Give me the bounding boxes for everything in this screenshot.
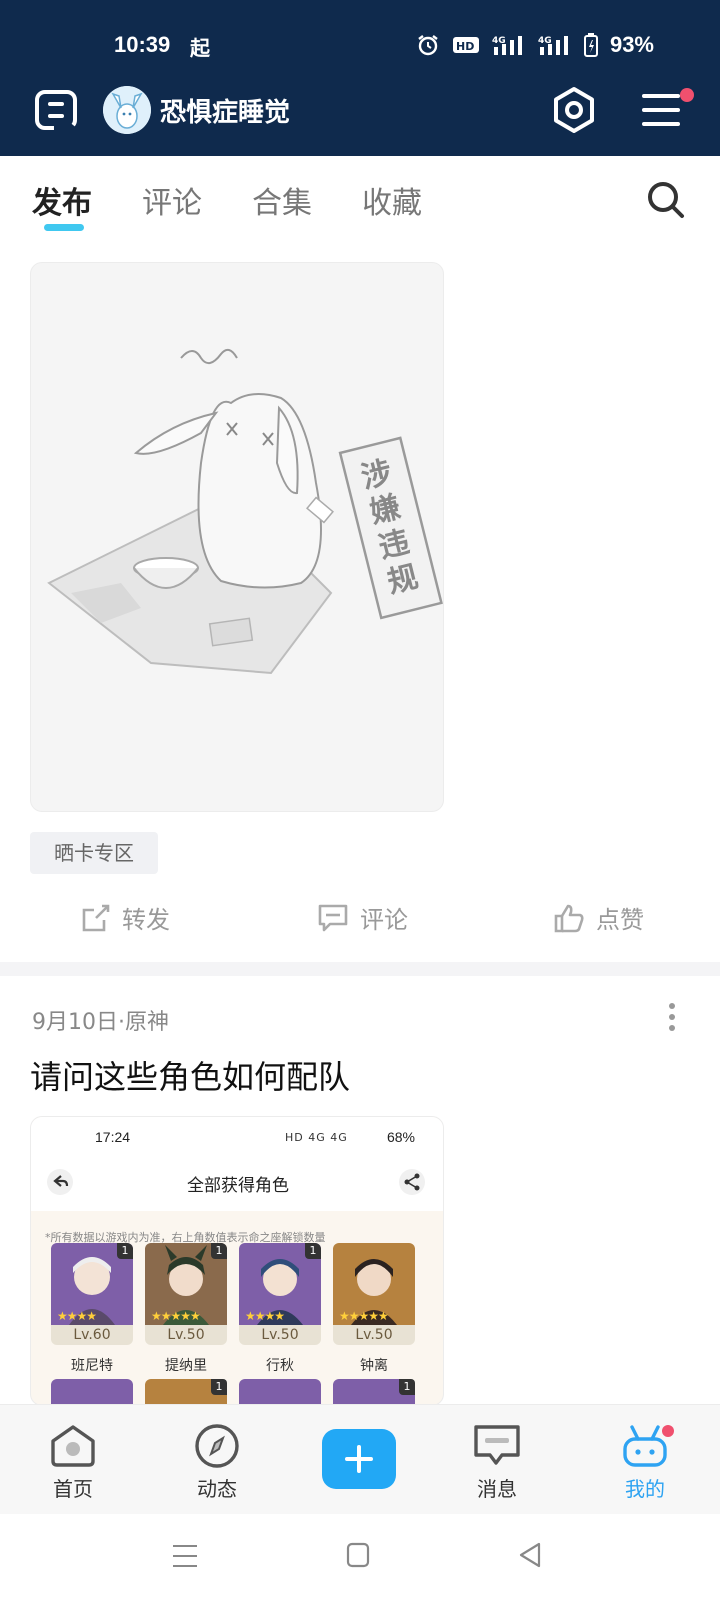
post-meta: 9月10日·原神	[32, 1010, 169, 1035]
character-portrait: 1 ★★★★	[51, 1243, 133, 1325]
profile-notification-dot	[662, 1425, 674, 1437]
constellation-badge: 1	[117, 1243, 133, 1259]
rarity-stars: ★★★★	[57, 1309, 97, 1323]
share-label: 转发	[122, 906, 170, 934]
tab-favorites[interactable]: 收藏	[362, 178, 422, 222]
nav-profile[interactable]: 我的	[600, 1423, 690, 1502]
character-level: Lv.60	[51, 1325, 133, 1345]
character-portrait: 1 ★★★★★	[145, 1243, 227, 1325]
character-portrait: ★★★★★	[333, 1243, 415, 1325]
rarity-stars: ★★★★	[245, 1309, 285, 1323]
constellation-badge: 1	[305, 1243, 321, 1259]
message-icon	[474, 1425, 520, 1465]
top-nav: 恐惧症睡觉	[0, 80, 720, 144]
nav-feed[interactable]: 动态	[172, 1423, 262, 1502]
character-card: 1 ★★★★★ Lv.50 提纳里	[145, 1243, 227, 1375]
constellation-badge: 1	[399, 1379, 415, 1395]
like-button[interactable]: 点赞	[552, 900, 644, 935]
tab-comments[interactable]: 评论	[142, 178, 202, 222]
nav-messages[interactable]: 消息	[452, 1423, 542, 1502]
nav-messages-label: 消息	[477, 1477, 517, 1501]
character-portrait-partial: 1	[145, 1379, 227, 1405]
comment-icon	[318, 904, 348, 931]
avatar[interactable]	[103, 86, 151, 134]
post-screenshot-image[interactable]: 17:24 HD 4G 4G 68% 全部获得角色 *所有数据以游戏内为准，右上…	[30, 1116, 444, 1406]
nav-feed-label: 动态	[197, 1477, 237, 1501]
post-actions: 转发 评论 点赞	[0, 894, 720, 944]
status-time: 10:39	[114, 32, 171, 57]
settings-icon[interactable]	[550, 86, 598, 134]
profile-tabs: 发布 评论 合集 收藏	[0, 156, 720, 242]
signal-4g-icon-2: 4G	[538, 36, 568, 55]
tab-underline	[44, 224, 84, 231]
screenshot-status-icons: HD 4G 4G	[285, 1131, 348, 1144]
share-button[interactable]: 转发	[80, 900, 170, 935]
nav-profile-label: 我的	[625, 1477, 665, 1501]
compass-icon	[195, 1424, 239, 1468]
screenshot-battery: 68%	[386, 1129, 415, 1145]
share-icon	[82, 904, 110, 931]
nav-home-label: 首页	[53, 1477, 93, 1501]
more-options-icon[interactable]	[664, 1002, 680, 1032]
like-label: 点赞	[596, 906, 644, 934]
character-portrait: 1 ★★★★	[239, 1243, 321, 1325]
create-post-button[interactable]	[322, 1429, 396, 1489]
search-icon[interactable]	[646, 180, 686, 220]
character-level: Lv.50	[239, 1325, 321, 1345]
status-icons: HD 4G 4G 93%	[416, 32, 654, 58]
comment-button[interactable]: 评论	[316, 900, 408, 935]
bottom-nav: 首页 动态 消息 我的	[0, 1404, 720, 1514]
character-portrait-partial	[51, 1379, 133, 1405]
battery-icon	[583, 33, 598, 57]
status-extra: 起	[190, 36, 210, 60]
screenshot-title: 全部获得角色	[187, 1176, 289, 1196]
status-bar: 10:39 起 HD 4G 4G 93%	[0, 28, 720, 62]
thumbs-up-icon	[554, 904, 584, 932]
nav-home[interactable]: 首页	[28, 1423, 118, 1502]
app-header: 10:39 起 HD 4G 4G 93% 恐惧症睡觉	[0, 0, 720, 156]
character-name: 提纳里	[165, 1358, 207, 1374]
character-level: Lv.50	[333, 1325, 415, 1345]
recent-apps-icon[interactable]	[172, 1544, 198, 1568]
plus-icon	[345, 1445, 373, 1473]
username[interactable]: 恐惧症睡觉	[160, 92, 290, 129]
post-title[interactable]: 请问这些角色如何配队	[30, 1052, 350, 1098]
section-divider	[0, 962, 720, 976]
constellation-badge: 1	[211, 1243, 227, 1259]
share-nodes-icon	[399, 1169, 425, 1195]
character-portrait-partial	[239, 1379, 321, 1405]
character-portrait-partial: 1	[333, 1379, 415, 1405]
back-triangle-icon[interactable]	[518, 1542, 542, 1568]
scan-menu-icon[interactable]	[34, 88, 78, 132]
home-icon	[51, 1425, 95, 1467]
battery-percent: 93%	[609, 32, 654, 57]
character-card: ★★★★★ Lv.50 钟离	[333, 1243, 415, 1375]
topic-tag[interactable]: 晒卡专区	[30, 832, 158, 874]
character-name: 班尼特	[71, 1358, 113, 1374]
violation-placeholder-image[interactable]: 涉 嫌 违 规	[30, 262, 444, 812]
tab-collections[interactable]: 合集	[252, 178, 312, 222]
character-card: 1 ★★★★ Lv.60 班尼特	[51, 1243, 133, 1375]
character-name: 行秋	[266, 1358, 294, 1374]
character-name: 钟离	[360, 1358, 388, 1374]
character-level: Lv.50	[145, 1325, 227, 1345]
rarity-stars: ★★★★★	[339, 1309, 389, 1323]
svg-text:HD: HD	[456, 40, 474, 53]
constellation-badge: 1	[211, 1379, 227, 1395]
hd-icon: HD	[452, 37, 479, 53]
alarm-icon	[418, 35, 438, 56]
comment-label: 评论	[360, 906, 408, 934]
signal-4g-icon: 4G	[492, 36, 522, 55]
notification-dot	[680, 88, 694, 102]
character-card: 1 ★★★★ Lv.50 行秋	[239, 1243, 321, 1375]
home-square-icon[interactable]	[346, 1542, 370, 1568]
tab-publish[interactable]: 发布	[32, 178, 92, 222]
screenshot-header: 17:24 HD 4G 4G 68% 全部获得角色	[31, 1117, 443, 1211]
rarity-stars: ★★★★★	[151, 1309, 201, 1323]
screenshot-time: 17:24	[95, 1129, 131, 1145]
system-nav-bar	[0, 1514, 720, 1600]
